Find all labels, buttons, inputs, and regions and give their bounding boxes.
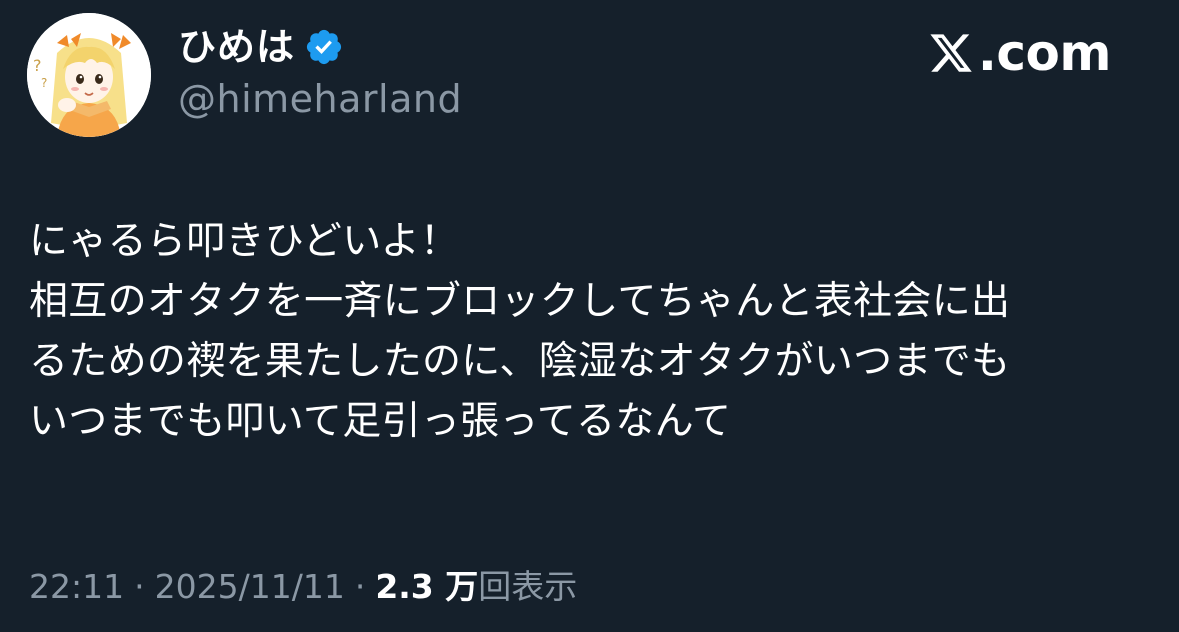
tweet-time[interactable]: 22:11 (29, 563, 124, 611)
display-name[interactable]: ひめは (178, 24, 295, 70)
name-row: ひめは (178, 24, 462, 70)
tweet-line: るための禊を果たしたのに、陰湿なオタクがいつまでも (29, 339, 1011, 384)
brand-watermark: .com (928, 24, 1112, 82)
verified-badge-icon[interactable] (304, 27, 344, 67)
tweet-line: 相互のオタクを一斉にブロックしてちゃんと表社会に出 (29, 279, 1011, 324)
user-info: ひめは @himeharland (178, 24, 462, 122)
svg-text:?: ? (33, 56, 42, 75)
tweet-line: にゃるら叩きひどいよ！ (29, 219, 460, 264)
svg-text:?: ? (41, 76, 47, 90)
tweet-date[interactable]: 2025/11/11 (155, 563, 345, 611)
avatar[interactable]: ? ? (27, 13, 151, 137)
user-handle[interactable]: @himeharland (178, 76, 462, 122)
separator: · (354, 567, 366, 606)
views-count[interactable]: 2.3 万 (375, 563, 478, 611)
tweet-line: いつまでも叩いて足引っ張ってるなんて (29, 399, 732, 444)
x-logo-icon (930, 34, 972, 72)
views-label[interactable]: 回表示 (478, 563, 577, 611)
anime-girl-avatar-icon: ? ? (27, 13, 151, 137)
brand-text: .com (977, 24, 1112, 82)
tweet-text: にゃるら叩きひどいよ！ 相互のオタクを一斉にブロックしてちゃんと表社会に出 るた… (29, 212, 1154, 452)
separator: · (134, 567, 145, 606)
tweet-metadata: 22:11 · 2025/11/11 · 2.3 万 回表示 (29, 563, 577, 611)
